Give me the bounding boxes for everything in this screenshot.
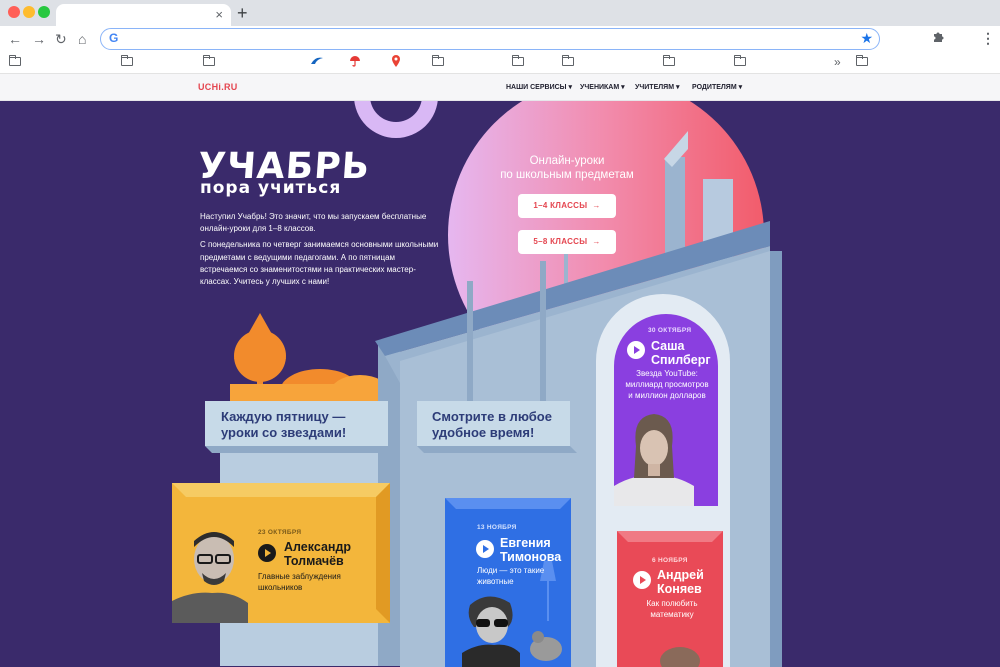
lesson-speaker-name: Евгения Тимонова [500, 536, 562, 564]
umbrella-icon[interactable] [349, 55, 361, 70]
wave-icon[interactable] [310, 55, 324, 69]
browser-tab[interactable]: × [56, 4, 231, 26]
reload-icon[interactable]: ↻ [55, 30, 67, 48]
browser-tab-strip: × + [0, 0, 1000, 26]
folder-icon[interactable] [202, 55, 215, 66]
play-icon[interactable] [627, 341, 645, 359]
lesson-date: 6 НОЯБРЯ [652, 557, 688, 564]
speaker-photo [172, 532, 248, 623]
site-logo[interactable]: UCHi.RU [198, 82, 238, 92]
hero-section: УЧАБРЬ пора учиться Наступил Учабрь! Это… [0, 101, 1000, 667]
speaker-photo [462, 596, 562, 667]
folder-icon[interactable] [733, 55, 746, 66]
maximize-window-button[interactable] [38, 6, 50, 18]
bookmark-star-icon[interactable]: ★ [860, 30, 873, 47]
folder-icon[interactable] [431, 55, 444, 66]
grades-5-8-button[interactable]: 5–8 КЛАССЫ → [518, 230, 616, 254]
lesson-speaker-name: Саша Спилберг [651, 339, 711, 367]
puzzle-icon[interactable] [932, 30, 944, 45]
play-icon[interactable] [476, 540, 494, 558]
google-icon: G [109, 31, 119, 45]
online-lessons-title: Онлайн-уроки по школьным предметам [500, 155, 634, 181]
nav-parents[interactable]: РОДИТЕЛЯМ ▾ [692, 83, 742, 91]
lesson-description: Главные заблуждения школьников [258, 572, 341, 592]
lesson-speaker-name: Александр Толмачёв [284, 540, 352, 568]
lesson-date: 30 ОКТЯБРЯ [648, 327, 692, 334]
arrow-right-icon: → [592, 237, 601, 246]
intro-paragraph: С понедельника по четверг занимаемся осн… [200, 240, 439, 287]
browser-menu-icon[interactable]: ⋮ [981, 30, 995, 47]
site-header: UCHi.RU НАШИ СЕРВИСЫ ▾ УЧЕНИКАМ ▾ УЧИТЕЛ… [0, 74, 1000, 101]
address-bar[interactable]: G ★ [100, 28, 880, 50]
home-icon[interactable]: ⌂ [78, 30, 86, 48]
folder-icon[interactable] [855, 55, 868, 66]
fridays-banner: Каждую пятницу — уроки со звездами! [221, 409, 347, 440]
minimize-window-button[interactable] [23, 6, 35, 18]
grades-1-4-button[interactable]: 1–4 КЛАССЫ → [518, 194, 616, 218]
speaker-photo [614, 414, 694, 506]
folder-icon[interactable] [662, 55, 675, 66]
lesson-date: 23 ОКТЯБРЯ [258, 529, 302, 536]
play-icon[interactable] [633, 571, 651, 589]
speaker-photo [660, 647, 700, 667]
lesson-speaker-name: Андрей Коняев [657, 568, 704, 596]
anytime-banner: Смотрите в любое удобное время! [432, 409, 552, 440]
lesson-date: 13 НОЯБРЯ [477, 524, 517, 531]
lesson-description: Люди — это такие животные [477, 566, 545, 586]
folder-icon[interactable] [8, 55, 21, 66]
folder-icon[interactable] [120, 55, 133, 66]
bookmarks-bar: » [0, 52, 1000, 74]
nav-services[interactable]: НАШИ СЕРВИСЫ ▾ [506, 83, 572, 91]
map-pin-icon[interactable] [391, 55, 401, 70]
lesson-description: Как полюбить математику [646, 599, 698, 619]
close-window-button[interactable] [8, 6, 20, 18]
intro-paragraph: Наступил Учабрь! Это значит, что мы запу… [200, 212, 427, 234]
browser-toolbar: ← → ↻ ⌂ G ★ [0, 26, 1000, 52]
folder-icon[interactable] [561, 55, 574, 66]
forward-icon[interactable]: → [32, 30, 46, 48]
hero-intro: Наступил Учабрь! Это значит, что мы запу… [200, 211, 440, 292]
bookmarks-more-icon[interactable]: » [834, 55, 841, 69]
arrow-right-icon: → [592, 201, 601, 210]
nav-students[interactable]: УЧЕНИКАМ ▾ [580, 83, 625, 91]
hero-subtitle: пора учиться [200, 178, 342, 198]
nav-teachers[interactable]: УЧИТЕЛЯМ ▾ [635, 83, 679, 91]
play-icon[interactable] [258, 544, 276, 562]
new-tab-button[interactable]: + [237, 3, 248, 23]
lesson-description: Звезда YouTube: миллиард просмотров и ми… [625, 369, 709, 400]
close-tab-icon[interactable]: × [215, 7, 223, 23]
back-icon[interactable]: ← [8, 30, 22, 48]
folder-icon[interactable] [511, 55, 524, 66]
